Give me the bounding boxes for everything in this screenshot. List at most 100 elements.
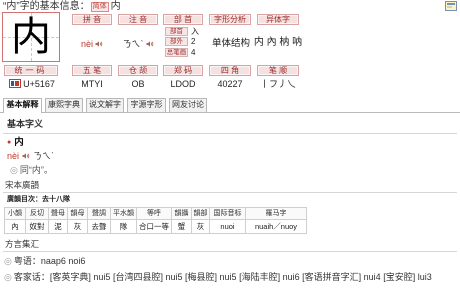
table-row: 內 奴對 泥 灰 去聲 隊 合口一等 蟹 灰 nuoi nuaih／nuoy	[4, 219, 307, 234]
radical-label: 部首	[165, 27, 188, 36]
cantonese-label: 粤语：	[13, 256, 41, 266]
header-pinyin: 拼 音	[72, 14, 112, 25]
guangyun-subtitle: 廣韻目次：去十八隊	[7, 196, 70, 203]
definition-line: ◎ 同“内”。	[10, 166, 53, 175]
divider	[3, 192, 457, 193]
cell-shengdiao: 去聲	[87, 219, 111, 234]
zhuyin-cell: ㄋㄟˋ	[118, 39, 158, 49]
glyph-char: 内	[11, 15, 51, 59]
unicode-value: U+5167	[23, 79, 55, 89]
hakka-reading: nui5	[93, 272, 111, 282]
hakka-source: [梅县腔]	[185, 272, 218, 282]
hakka-source: [海陆丰腔]	[239, 272, 281, 282]
col-shengdiao-header: 聲調	[87, 207, 111, 220]
col-yunmu-header: 韻母	[67, 207, 88, 220]
cell-ipa: nuoi	[209, 219, 246, 234]
speaker-icon[interactable]	[146, 40, 154, 48]
hakka-source: [客语拼音字汇]	[302, 272, 362, 282]
cell-pingshuiyun: 隊	[110, 219, 137, 234]
pinyin-cell: nèi	[72, 39, 112, 49]
hakka-line: ◎ 客家话：[客英字典] nui5 [台湾四县腔] nui5 [梅县腔] nui5…	[4, 273, 432, 282]
zhengma-value: LDOD	[170, 79, 196, 89]
outside-strokes-value: 2	[191, 37, 196, 46]
cell-xiaoyun: 內	[4, 219, 26, 234]
col-yunshe-header: 韻攝	[171, 207, 192, 220]
hakka-label: 客家话：	[13, 272, 50, 282]
wubi-value: MTYI	[81, 79, 103, 89]
tab-bar-line	[0, 112, 460, 113]
header-stroke-order: 笔 顺	[257, 65, 299, 76]
tab-kangxi[interactable]: 康熙字典	[45, 98, 83, 112]
hakka-reading: nui5	[219, 272, 237, 282]
cangjie-value: OB	[131, 79, 145, 89]
entry-pronunciation: nèi ㄋㄟˋ	[7, 152, 54, 161]
header-zhengma: 郑 码	[163, 65, 203, 76]
cell-denghu: 合口一等	[136, 219, 172, 234]
glyph-box: 内	[2, 12, 60, 62]
tab-ziyuan[interactable]: 字源字形	[127, 98, 166, 112]
total-strokes-label: 总笔画	[165, 48, 188, 57]
header-unicode: 统一码	[4, 65, 58, 76]
heading-text: “内”字的基本信息：	[3, 1, 90, 12]
section-title-basic: 基本字义	[7, 119, 44, 129]
unicode-icon[interactable]	[9, 79, 22, 88]
window-icon[interactable]	[445, 1, 457, 11]
speaker-icon[interactable]	[22, 152, 30, 160]
hakka-reading: lui3	[417, 272, 432, 282]
hakka-reading: nui4	[363, 272, 381, 282]
col-xiaoyun-header: 小韻	[4, 207, 26, 220]
circle-mark-icon: ◎	[10, 165, 18, 175]
bullet-icon: ●	[7, 139, 12, 146]
cell-shengmu: 泥	[48, 219, 68, 234]
header-radical: 部 首	[163, 14, 203, 25]
simplified-tag[interactable]: 简体	[90, 2, 109, 12]
header-zhuyin: 注 音	[118, 14, 158, 25]
entry-pinyin: nèi	[7, 151, 20, 161]
unicode-cell: U+5167	[4, 79, 60, 89]
col-romanization-header: 羅马字	[245, 207, 307, 220]
definition-text: 同“内”。	[19, 165, 53, 175]
circle-mark-icon: ◎	[4, 272, 12, 282]
total-strokes-value: 4	[191, 48, 196, 57]
section-title-guangyun: 宋本廣韻	[5, 180, 40, 190]
table-header-row: 小韻 反切 聲母 韻母 聲調 平水韻 等呼 韻攝 韻部 国际音标 羅马字	[4, 207, 307, 220]
tab-basic[interactable]: 基本解释	[3, 98, 42, 113]
zhuyin-value: ㄋㄟˋ	[122, 39, 144, 49]
cell-yunmu: 灰	[67, 219, 88, 234]
col-pingshuiyun-header: 平水韻	[110, 207, 137, 220]
tab-discussion[interactable]: 网友讨论	[169, 98, 207, 112]
structure-value: 单体结构	[211, 38, 250, 49]
header-wubi: 五 笔	[72, 65, 112, 76]
header-variants: 异体字	[257, 14, 299, 25]
section-title-dialects: 方言集汇	[5, 239, 40, 249]
speaker-icon[interactable]	[95, 40, 103, 48]
hakka-source: [客英字典]	[49, 272, 91, 282]
radical-value[interactable]: 入	[191, 27, 201, 36]
simplified-char-link[interactable]: 内	[111, 1, 121, 12]
col-denghu-header: 等呼	[136, 207, 172, 220]
col-shengmu-header: 聲母	[48, 207, 68, 220]
circle-mark-icon: ◎	[4, 256, 12, 266]
page-heading: “内”字的基本信息： 简体内	[3, 1, 121, 12]
col-fanqie-header: 反切	[25, 207, 49, 220]
cantonese-line: ◎ 粤语：naap6 noi6	[4, 257, 85, 266]
tab-shuowen[interactable]: 说文解字	[86, 98, 124, 112]
divider	[3, 251, 457, 252]
pinyin-value: nèi	[80, 39, 93, 49]
col-yunbu-header: 韻部	[191, 207, 210, 220]
header-structure: 字形分析	[209, 14, 251, 25]
entry-char: 内	[14, 137, 24, 148]
entry-zhuyin: ㄋㄟˋ	[33, 151, 55, 161]
outside-strokes-label: 部外	[165, 37, 188, 46]
hakka-source: [台湾四县腔]	[112, 272, 163, 282]
hakka-reading: nui6	[282, 272, 300, 282]
cell-fanqie: 奴對	[25, 219, 49, 234]
variants-value[interactable]: 内 內 枘 呐	[251, 38, 305, 48]
header-cangjie: 仓 颉	[118, 65, 158, 76]
cell-yunshe: 蟹	[171, 219, 192, 234]
col-ipa-header: 国际音标	[209, 207, 246, 220]
hakka-source: [宝安腔]	[383, 272, 416, 282]
hakka-reading: nui5	[165, 272, 183, 282]
sijiao-value: 40227	[217, 79, 243, 89]
header-sijiao: 四 角	[209, 65, 251, 76]
